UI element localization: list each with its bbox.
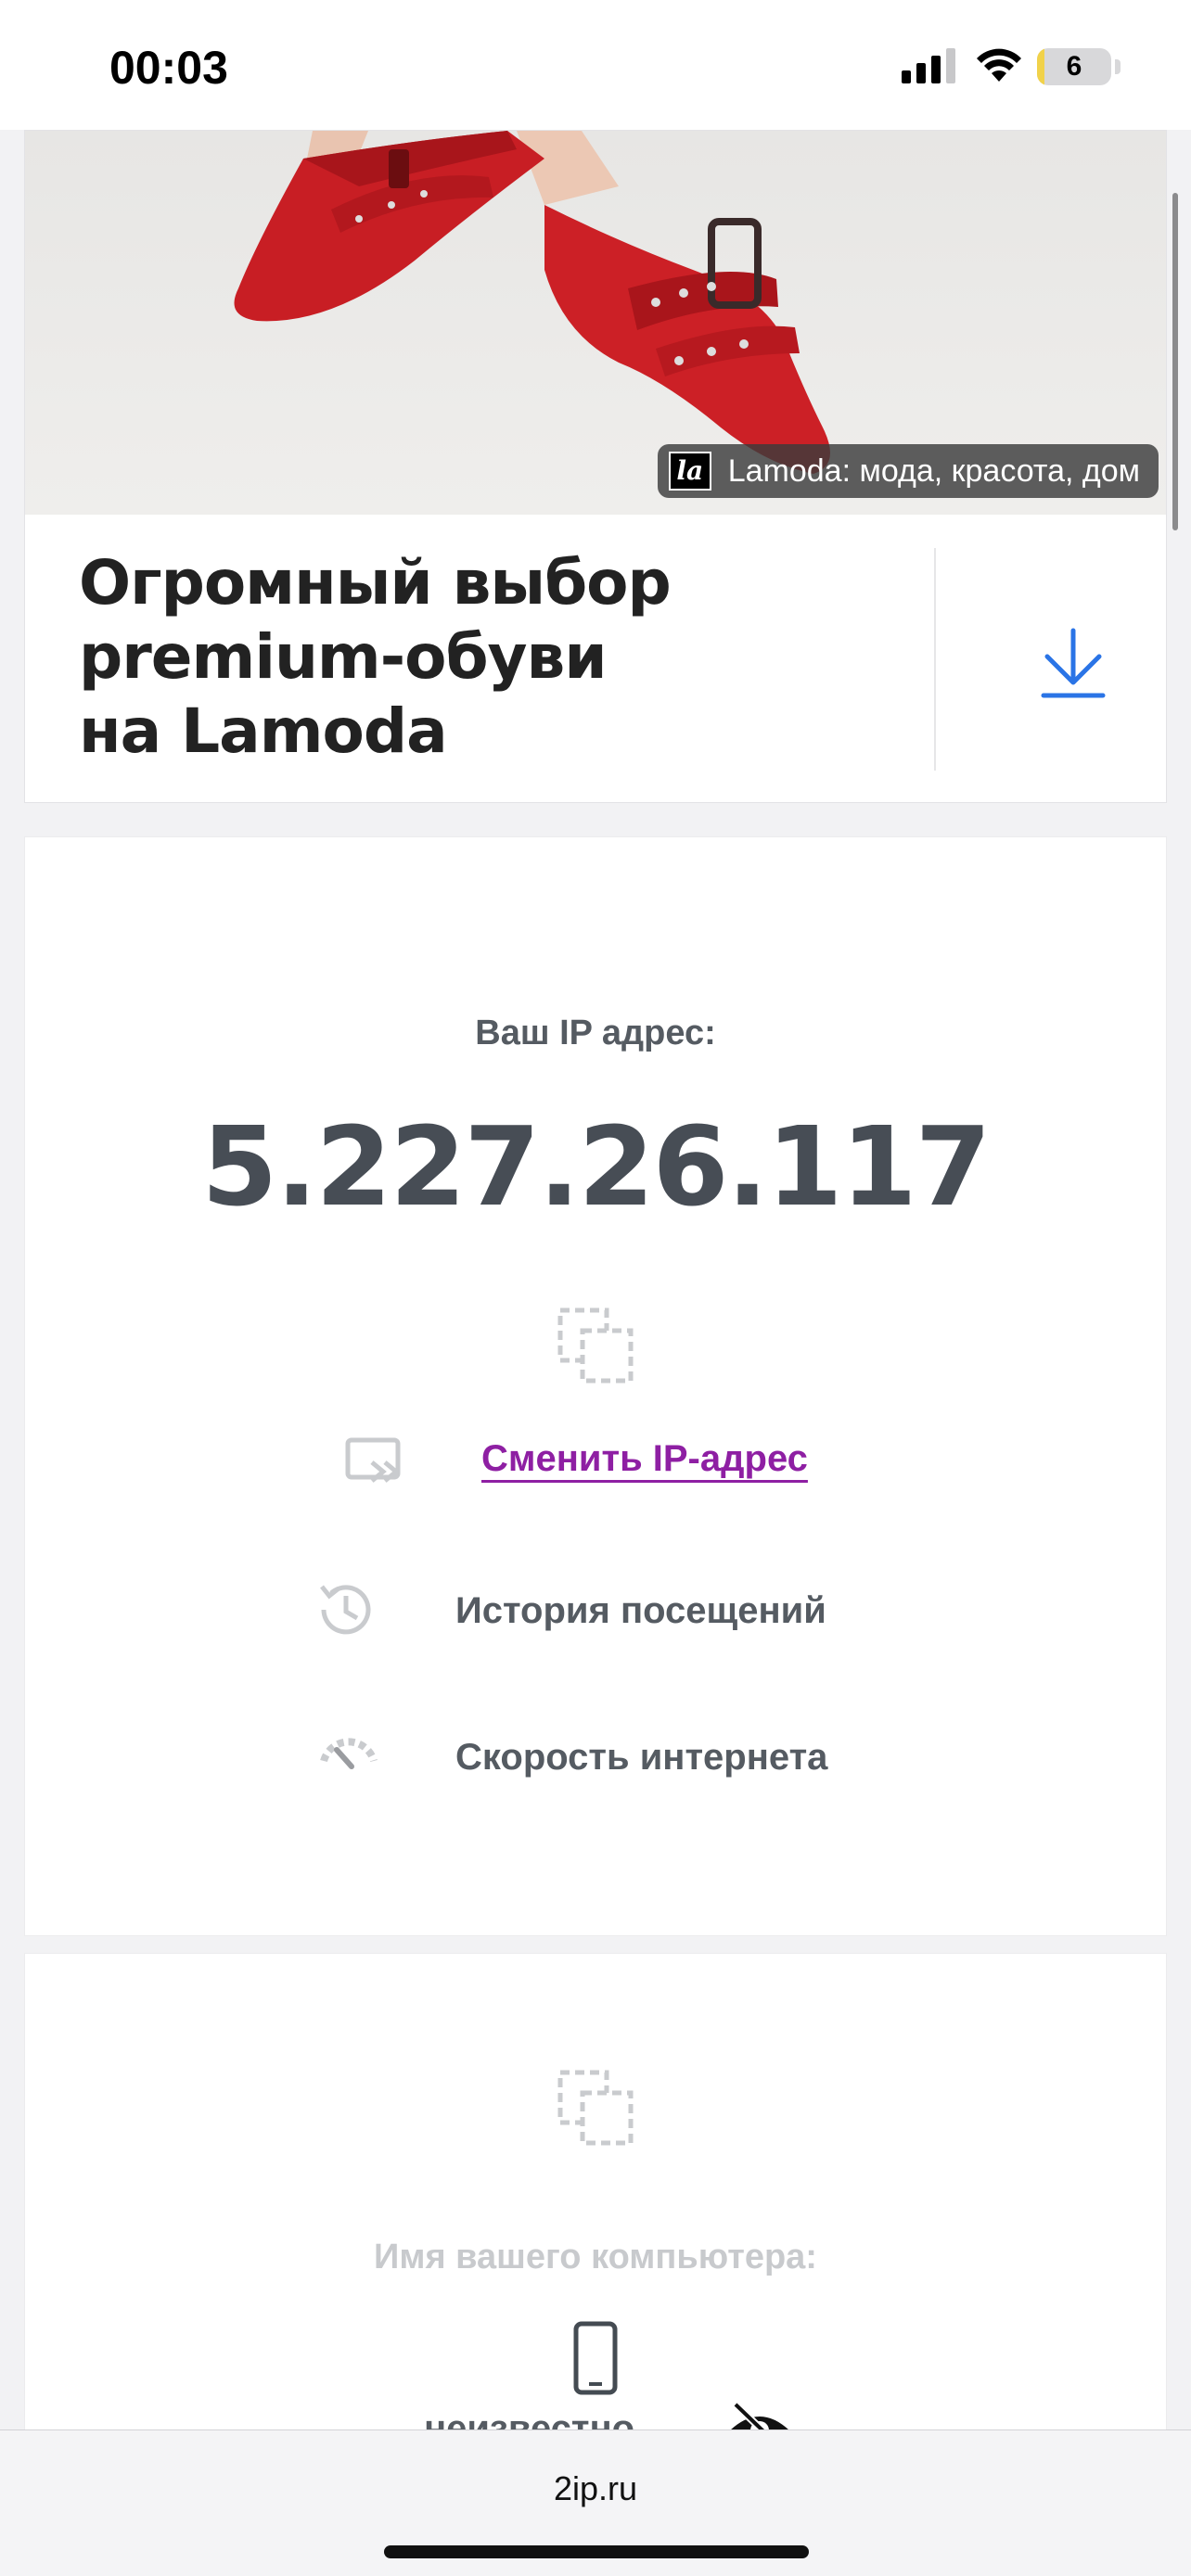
ad-source-label[interactable]: la Lamoda: мода, красота, дом <box>657 444 1159 498</box>
download-icon <box>1041 628 1106 698</box>
ad-title-line: Огромный выбор <box>79 547 672 618</box>
speed-test-link[interactable]: Скорость интернета <box>455 1737 827 1779</box>
ip-card: Ваш IP адрес: 5.227.26.117 Сменить IP-ад… <box>24 836 1167 1936</box>
ad-image[interactable]: la Lamoda: мода, красота, дом <box>25 131 1166 515</box>
phone-icon <box>573 2321 618 2395</box>
speedometer-icon <box>320 1738 378 1769</box>
battery-level: 6 <box>1066 51 1082 82</box>
ad-title-line: на Lamoda <box>79 695 448 767</box>
address-bar[interactable]: 2ip.ru <box>0 2469 1191 2508</box>
copy-icon[interactable] <box>557 2069 634 2147</box>
ad-title-line: premium-обуви <box>79 621 608 693</box>
cellular-signal-icon <box>902 48 955 83</box>
change-ip-icon <box>345 1437 401 1483</box>
battery-cap <box>1115 59 1121 74</box>
wifi-icon <box>977 48 1021 82</box>
lamoda-logo: la <box>668 452 711 491</box>
download-button[interactable] <box>1008 604 1138 724</box>
ad-title[interactable]: Огромный выбор premium-обуви на Lamoda <box>79 546 914 769</box>
change-ip-row[interactable]: Сменить IP-адрес <box>25 1431 1166 1505</box>
ip-label: Ваш IP адрес: <box>475 1014 716 1052</box>
speed-row[interactable]: Скорость интернета <box>25 1724 1166 1798</box>
home-indicator[interactable] <box>384 2545 809 2558</box>
ad-card[interactable]: la Lamoda: мода, красота, дом Огромный в… <box>24 130 1167 803</box>
change-ip-link[interactable]: Сменить IP-адрес <box>481 1438 808 1480</box>
status-bar: 00:03 6 <box>0 0 1191 130</box>
history-row[interactable]: История посещений <box>25 1577 1166 1651</box>
ad-divider <box>934 548 936 771</box>
computer-name-card: Имя вашего компьютера: неизвестно <box>24 1953 1167 2509</box>
history-link[interactable]: История посещений <box>455 1590 826 1632</box>
battery-icon: 6 <box>1037 48 1111 85</box>
ad-source-text: Lamoda: мода, красота, дом <box>727 453 1140 489</box>
history-icon <box>320 1585 371 1635</box>
status-time: 00:03 <box>109 42 228 94</box>
browser-bottom-bar: 2ip.ru <box>0 2429 1191 2576</box>
copy-icon[interactable] <box>557 1307 634 1384</box>
scrollbar[interactable] <box>1172 193 1178 530</box>
ip-address[interactable]: 5.227.26.117 <box>25 1103 1166 1231</box>
computer-name-label: Имя вашего компьютера: <box>374 2238 817 2276</box>
